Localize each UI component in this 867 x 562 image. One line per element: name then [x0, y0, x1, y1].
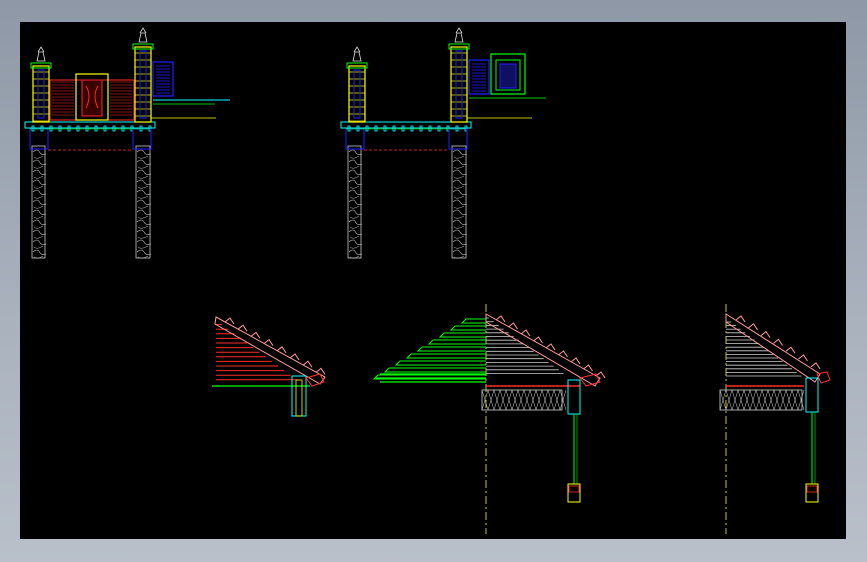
gate-pillar — [132, 43, 154, 123]
crosshatch-band — [719, 389, 805, 411]
views-group — [24, 27, 831, 534]
stone-footing — [347, 145, 363, 259]
screen-panel — [467, 53, 546, 119]
stone-footing — [31, 145, 47, 259]
drawing-canvas[interactable] — [20, 22, 846, 539]
gate-panel — [49, 73, 135, 121]
lamp-icon — [454, 27, 464, 43]
eave-section-right — [719, 304, 831, 534]
stone-footing — [135, 145, 152, 259]
gate-pillar — [448, 43, 470, 123]
gate-elevation-left — [24, 27, 230, 259]
stone-footing — [451, 145, 468, 259]
lamp-icon — [36, 46, 46, 62]
gate-pillar — [30, 62, 52, 123]
cad-drawing — [24, 27, 831, 534]
roof-section-main — [372, 304, 606, 534]
eave-section-small — [212, 316, 326, 417]
lamp-icon — [138, 27, 148, 43]
crosshatch-band — [481, 389, 567, 411]
screen-panel — [151, 61, 230, 119]
lamp-icon — [352, 46, 362, 62]
gate-elevation-right — [340, 27, 546, 259]
gate-pillar — [346, 62, 368, 123]
